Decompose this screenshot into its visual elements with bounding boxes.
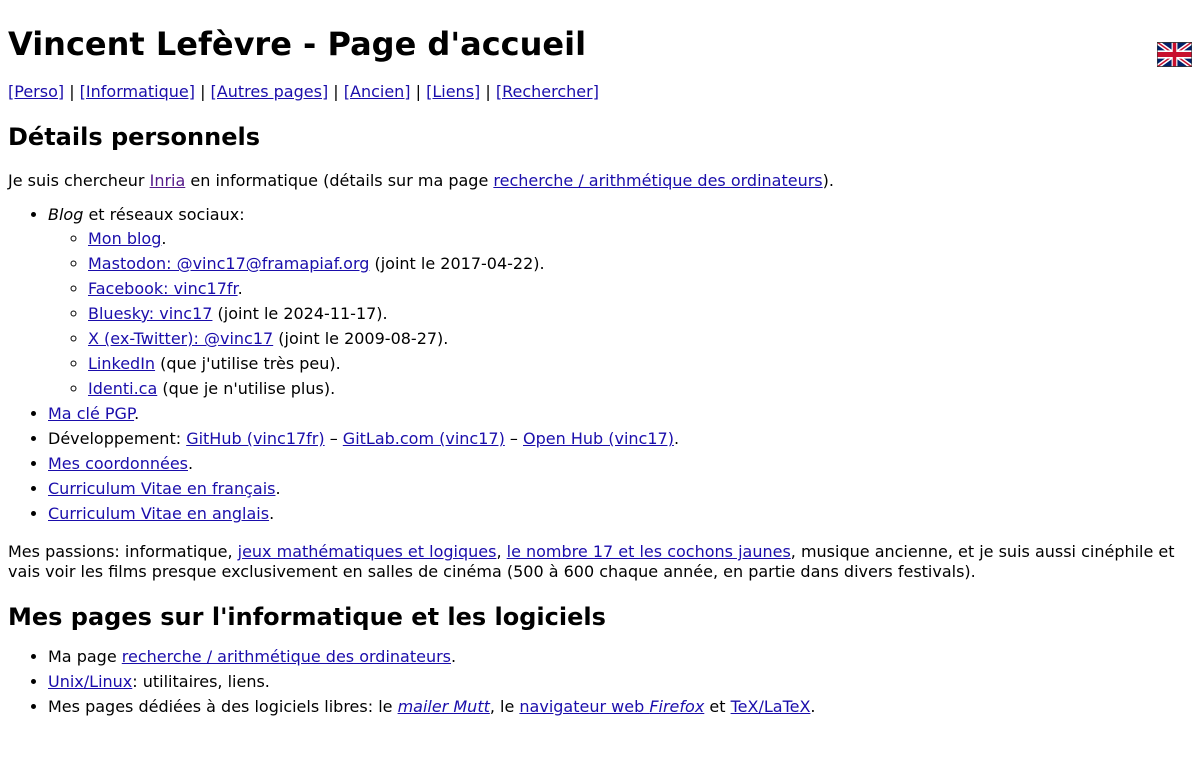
- pgp-key-link[interactable]: Ma clé PGP: [48, 404, 134, 423]
- firefox-link-text: navigateur web: [519, 697, 650, 716]
- inria-link[interactable]: Inria: [150, 171, 186, 190]
- item-text: .: [269, 504, 275, 523]
- linkedin-link[interactable]: LinkedIn: [88, 354, 155, 373]
- item-text: (que j'utilise très peu).: [155, 354, 341, 373]
- nav-autres-pages[interactable]: [Autres pages]: [211, 82, 329, 101]
- item-text: .: [188, 454, 194, 473]
- item-text: : utilitaires, liens.: [132, 672, 270, 691]
- blog-label-rest: et réseaux sociaux:: [83, 205, 245, 224]
- nav-informatique[interactable]: [Informatique]: [80, 82, 195, 101]
- item-text: .: [134, 404, 140, 423]
- nav-perso[interactable]: [Perso]: [8, 82, 64, 101]
- gitlab-link[interactable]: GitLab.com (vinc17): [343, 429, 505, 448]
- blog-link[interactable]: Mon blog: [88, 229, 161, 248]
- twitter-link[interactable]: X (ex-Twitter): @vinc17: [88, 329, 273, 348]
- list-item: Mastodon: @vinc17@framapiaf.org (joint l…: [88, 254, 1192, 274]
- nav-ancien[interactable]: [Ancien]: [344, 82, 411, 101]
- nav-separator: |: [328, 82, 344, 101]
- item-text: .: [237, 279, 243, 298]
- openhub-link[interactable]: Open Hub (vinc17): [523, 429, 674, 448]
- nav-liens[interactable]: [Liens]: [426, 82, 480, 101]
- unix-linux-link[interactable]: Unix/Linux: [48, 672, 132, 691]
- item-text: et: [704, 697, 731, 716]
- bluesky-link[interactable]: Bluesky: vinc17: [88, 304, 212, 323]
- item-text: .: [161, 229, 167, 248]
- mutt-link[interactable]: mailer Mutt: [398, 697, 490, 716]
- research-page-link[interactable]: recherche / arithmétique des ordinateurs: [122, 647, 451, 666]
- nav-separator: |: [480, 82, 496, 101]
- list-item: X (ex-Twitter): @vinc17 (joint le 2009-0…: [88, 329, 1192, 349]
- item-text: , le: [489, 697, 520, 716]
- nav-separator: |: [194, 82, 211, 101]
- passions-text: Mes passions: informatique,: [8, 542, 238, 561]
- list-item-pgp: Ma clé PGP.: [48, 404, 1192, 424]
- list-item: Identi.ca (que je n'utilise plus).: [88, 379, 1192, 399]
- list-item: Unix/Linux: utilitaires, liens.: [48, 672, 1192, 692]
- item-text: (joint le 2017-04-22).: [369, 254, 545, 273]
- nav-rechercher[interactable]: [Rechercher]: [496, 82, 599, 101]
- item-text: (joint le 2009-08-27).: [273, 329, 449, 348]
- list-item: Mon blog.: [88, 229, 1192, 249]
- item-text: .: [673, 429, 680, 448]
- contact-link[interactable]: Mes coordonnées: [48, 454, 188, 473]
- list-item-coords: Mes coordonnées.: [48, 454, 1192, 474]
- list-item-cv-en: Curriculum Vitae en anglais.: [48, 504, 1192, 524]
- firefox-link-name: Firefox: [649, 697, 705, 716]
- research-link[interactable]: recherche / arithmétique des ordinateurs: [493, 171, 822, 190]
- list-item: Ma page recherche / arithmétique des ord…: [48, 647, 1192, 667]
- personal-list: Blog et réseaux sociaux: Mon blog. Masto…: [8, 205, 1192, 524]
- social-sublist: Mon blog. Mastodon: @vinc17@framapiaf.or…: [48, 229, 1192, 399]
- item-text: (que je n'utilise plus).: [157, 379, 336, 398]
- blog-label: Blog: [48, 205, 84, 224]
- list-item-blog: Blog et réseaux sociaux: Mon blog. Masto…: [48, 205, 1192, 399]
- dev-label: Développement:: [48, 429, 187, 448]
- page: Vincent Lefèvre - Page d'accueil [Perso]…: [0, 22, 1200, 717]
- tex-latex-link[interactable]: TeX/LaTeX: [731, 697, 811, 716]
- item-text: Ma page: [48, 647, 122, 666]
- passions-text: ,: [496, 542, 507, 561]
- list-item: Facebook: vinc17fr.: [88, 279, 1192, 299]
- item-text: .: [275, 479, 281, 498]
- github-link[interactable]: GitHub (vinc17fr): [186, 429, 324, 448]
- dash-separator: –: [324, 429, 343, 448]
- list-item-cv-fr: Curriculum Vitae en français.: [48, 479, 1192, 499]
- item-text: (joint le 2024-11-17).: [212, 304, 388, 323]
- passions-paragraph: Mes passions: informatique, jeux mathéma…: [8, 542, 1192, 582]
- intro-text: en informatique (détails sur ma page: [185, 171, 494, 190]
- uk-flag-icon[interactable]: [1157, 42, 1192, 67]
- intro-paragraph: Je suis chercheur Inria en informatique …: [8, 171, 1192, 191]
- math-games-link[interactable]: jeux mathématiques et logiques: [238, 542, 497, 561]
- section-heading-personal: Détails personnels: [8, 123, 260, 151]
- cv-en-link[interactable]: Curriculum Vitae en anglais: [48, 504, 269, 523]
- mutt-link-text: mailer Mutt: [397, 697, 490, 716]
- identica-link[interactable]: Identi.ca: [88, 379, 157, 398]
- section-heading-computing: Mes pages sur l'informatique et les logi…: [8, 603, 606, 631]
- computing-list: Ma page recherche / arithmétique des ord…: [8, 647, 1192, 717]
- firefox-link[interactable]: navigateur web Firefox: [519, 697, 704, 716]
- cv-fr-link[interactable]: Curriculum Vitae en français: [48, 479, 275, 498]
- item-text: .: [451, 647, 457, 666]
- nav-bar: [Perso] | [Informatique] | [Autres pages…: [8, 82, 1192, 102]
- mastodon-link[interactable]: Mastodon: @vinc17@framapiaf.org: [88, 254, 369, 273]
- item-text: Mes pages dédiées à des logiciels libres…: [48, 697, 398, 716]
- item-text: .: [810, 697, 816, 716]
- list-item: Mes pages dédiées à des logiciels libres…: [48, 697, 1192, 717]
- list-item: Bluesky: vinc17 (joint le 2024-11-17).: [88, 304, 1192, 324]
- nav-separator: |: [64, 82, 80, 101]
- list-item: LinkedIn (que j'utilise très peu).: [88, 354, 1192, 374]
- facebook-link[interactable]: Facebook: vinc17fr: [88, 279, 238, 298]
- nav-separator: |: [410, 82, 427, 101]
- intro-text: Je suis chercheur: [8, 171, 150, 190]
- intro-text: ).: [822, 171, 834, 190]
- page-title: Vincent Lefèvre - Page d'accueil: [8, 25, 587, 63]
- number-17-link[interactable]: le nombre 17 et les cochons jaunes: [507, 542, 791, 561]
- dash-separator: –: [504, 429, 523, 448]
- list-item-dev: Développement: GitHub (vinc17fr) – GitLa…: [48, 429, 1192, 449]
